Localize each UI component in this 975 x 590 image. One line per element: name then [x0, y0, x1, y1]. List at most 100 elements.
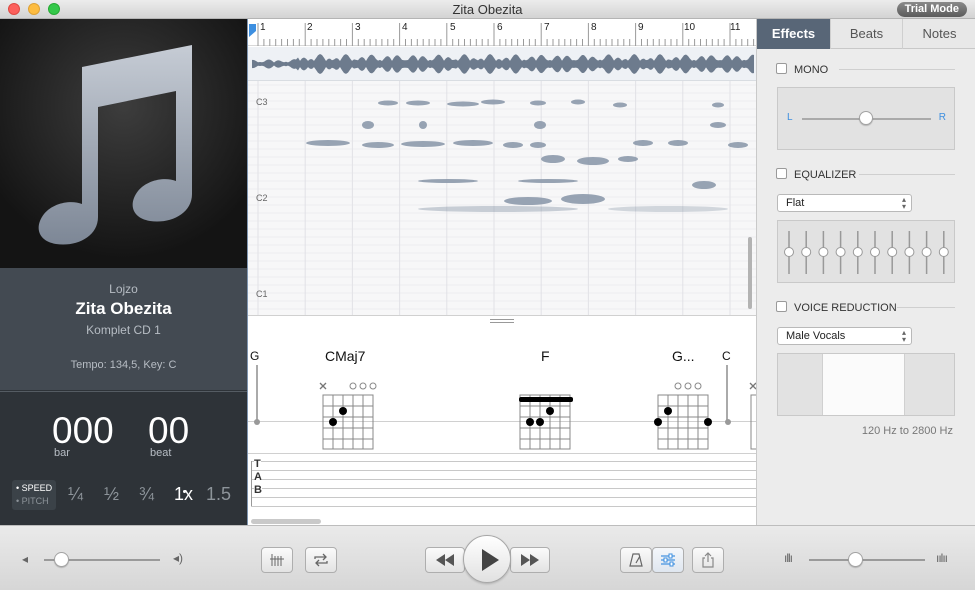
voice-reduction-checkbox[interactable] — [776, 301, 787, 312]
rate-slider-knob[interactable] — [848, 552, 864, 567]
volume-slider-knob[interactable] — [54, 552, 70, 567]
frequency-range-label: 120 Hz to 2800 Hz — [861, 425, 953, 437]
play-button[interactable] — [463, 535, 511, 583]
panel-tabs: Effects Beats Notes — [757, 19, 975, 49]
bar-number: 4 — [402, 22, 408, 33]
tablature[interactable]: T A B — [248, 453, 757, 525]
rate-quarter[interactable]: ¼ — [68, 484, 83, 505]
tab-letter: T — [254, 458, 261, 470]
pane-splitter[interactable] — [248, 315, 757, 327]
trial-mode-badge[interactable]: Trial Mode — [896, 2, 967, 17]
slow-waveform-icon: ıllı — [784, 551, 793, 565]
mixer-icon — [661, 553, 675, 567]
bar-number: 7 — [544, 22, 550, 33]
eq-band-knob — [801, 247, 812, 257]
rate-normal[interactable]: 1x — [174, 484, 193, 505]
bar-number: 11 — [730, 22, 741, 33]
bar-number: 5 — [450, 22, 456, 33]
frequency-range-panel[interactable] — [777, 353, 955, 416]
bar-number: 6 — [497, 22, 503, 33]
horizontal-scrollbar[interactable] — [251, 519, 321, 524]
spectrogram-scrollbar — [748, 237, 752, 309]
title-bar: Zita Obezita Trial Mode — [0, 0, 975, 19]
share-button[interactable] — [692, 547, 724, 573]
loop-icon — [314, 553, 328, 567]
pitch-option[interactable]: • PITCH — [16, 496, 49, 506]
equalizer-preset-select[interactable]: Flat ▴ ▾ — [777, 194, 912, 212]
eq-band-knob — [887, 247, 898, 257]
speed-pitch-toggle[interactable]: • SPEED • PITCH — [12, 480, 56, 510]
spectrogram-graphic — [248, 81, 757, 315]
play-icon — [482, 549, 499, 571]
voice-preset-select[interactable]: Male Vocals ▴ ▾ — [777, 327, 912, 345]
spectrogram[interactable]: C3 C2 C1 — [248, 81, 757, 315]
mono-section[interactable]: MONO — [776, 63, 828, 76]
rewind-button[interactable] — [425, 547, 465, 573]
effects-panel: Effects Beats Notes MONO L R EQUALIZER F… — [756, 19, 975, 525]
tab-letter: A — [254, 471, 262, 483]
rate-one-and-half[interactable]: 1.5 — [206, 484, 231, 505]
music-note-icon — [38, 45, 193, 245]
editor-area: 1 2 3 4 5 6 7 8 9 10 11 C3 C2 C1 G CMaj7… — [247, 19, 757, 525]
fast-forward-icon — [521, 554, 539, 566]
eq-band-knob — [852, 247, 863, 257]
album-art — [0, 19, 247, 268]
note-label: C3 — [256, 97, 268, 107]
tab-effects[interactable]: Effects — [757, 19, 831, 49]
eq-band-knob — [835, 247, 846, 257]
track-sidebar: Lojzo Zita Obezita Komplet CD 1 Tempo: 1… — [0, 19, 247, 525]
marker-button[interactable] — [261, 547, 293, 573]
voice-reduction-label: VOICE REDUCTION — [794, 302, 897, 314]
select-arrows-icon: ▴ ▾ — [901, 328, 906, 344]
equalizer-section[interactable]: EQUALIZER — [776, 168, 856, 181]
metronome-button[interactable] — [620, 547, 652, 573]
artist-name: Lojzo — [109, 282, 138, 296]
pan-slider-knob[interactable] — [859, 111, 873, 125]
rewind-icon — [436, 554, 454, 566]
transport-bar: ◂ ◂) ıllı ıılıı — [0, 525, 975, 590]
volume-high-icon: ◂) — [173, 551, 184, 565]
bar-number: 2 — [307, 22, 313, 33]
tab-letter: B — [254, 484, 262, 496]
tab-notes[interactable]: Notes — [903, 19, 975, 49]
fast-forward-button[interactable] — [510, 547, 550, 573]
loop-button[interactable] — [305, 547, 337, 573]
mixer-button[interactable] — [652, 547, 684, 573]
rate-three-quarter[interactable]: ¾ — [139, 484, 154, 505]
chord-diagrams — [254, 382, 757, 450]
speed-option[interactable]: • SPEED — [16, 483, 52, 493]
pan-right-label: R — [938, 112, 946, 123]
chord-track[interactable]: G CMaj7 F G... C — [248, 327, 757, 453]
bar-number: 10 — [684, 22, 696, 33]
eq-band-knob — [784, 247, 794, 257]
timeline-ruler[interactable]: 1 2 3 4 5 6 7 8 9 10 11 — [248, 19, 757, 46]
bar-counter: 000 — [52, 410, 114, 451]
bar-label: bar — [54, 447, 70, 459]
track-info: Lojzo Zita Obezita Komplet CD 1 Tempo: 1… — [0, 268, 247, 390]
rate-slider-track[interactable] — [809, 559, 925, 561]
voice-preset-value: Male Vocals — [786, 330, 846, 342]
eq-band-knob — [904, 247, 915, 257]
bar-number: 3 — [355, 22, 361, 33]
bar-number: 9 — [638, 22, 644, 33]
equalizer-sliders[interactable] — [778, 221, 956, 284]
pan-left-label: L — [787, 112, 793, 123]
voice-reduction-section[interactable]: VOICE REDUCTION — [776, 301, 897, 314]
marker-icon — [270, 554, 284, 566]
waveform[interactable] — [248, 47, 757, 81]
rate-half[interactable]: ½ — [104, 484, 119, 505]
pan-panel: L R — [777, 87, 955, 150]
waveform-graphic — [252, 54, 754, 74]
fast-waveform-icon: ıılıı — [936, 551, 948, 565]
beat-counter: 00 — [148, 410, 190, 451]
mono-checkbox[interactable] — [776, 63, 787, 74]
tempo-key: Tempo: 134,5, Key: C — [70, 359, 177, 371]
equalizer-checkbox[interactable] — [776, 168, 787, 179]
playhead-marker-icon — [249, 24, 256, 37]
share-icon — [702, 552, 714, 568]
speed-label: SPEED — [21, 483, 53, 493]
beat-label: beat — [150, 447, 172, 459]
active-rate-indicator — [183, 490, 186, 493]
tab-beats[interactable]: Beats — [831, 19, 903, 49]
note-label: C2 — [256, 193, 268, 203]
